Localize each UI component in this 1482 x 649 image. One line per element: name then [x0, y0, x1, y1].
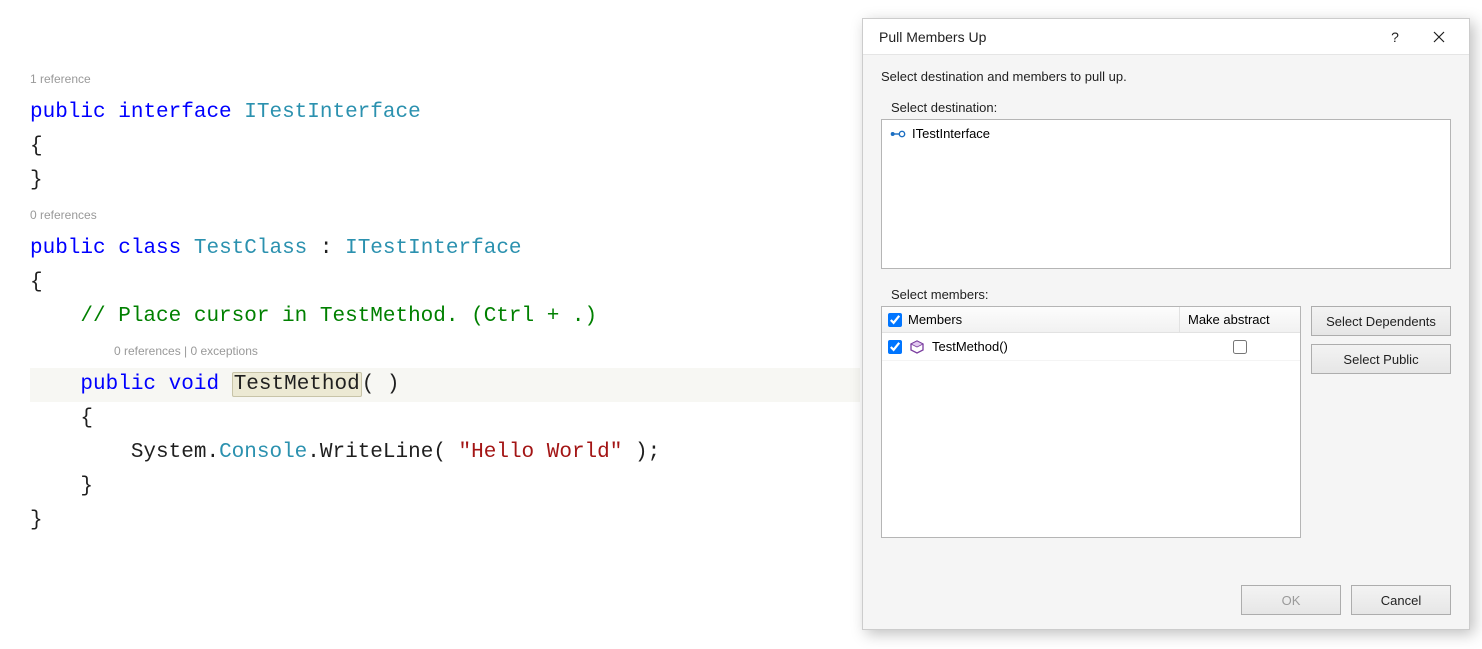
cancel-button[interactable]: Cancel: [1351, 585, 1451, 615]
type-name: Console: [219, 441, 307, 464]
dialog-instruction: Select destination and members to pull u…: [881, 69, 1451, 84]
destination-list[interactable]: ITestInterface: [881, 119, 1451, 269]
brace: {: [30, 271, 43, 294]
keyword: public: [30, 237, 106, 260]
keyword: public: [80, 373, 156, 396]
dialog-body: Select destination and members to pull u…: [863, 55, 1469, 571]
keyword: class: [118, 237, 181, 260]
punct: :: [307, 237, 345, 260]
members-table-header: Members Make abstract: [882, 307, 1300, 333]
ok-button[interactable]: OK: [1241, 585, 1341, 615]
comment: // Place cursor in TestMethod. (Ctrl + .…: [80, 305, 597, 328]
method-icon: [910, 340, 924, 354]
parens: ( ): [362, 373, 400, 396]
keyword: public: [30, 101, 106, 124]
dialog-titlebar[interactable]: Pull Members Up ?: [863, 19, 1469, 55]
type-name: ITestInterface: [244, 101, 420, 124]
make-abstract-checkbox[interactable]: [1233, 340, 1247, 354]
members-column-header[interactable]: Members: [908, 312, 962, 327]
select-public-button[interactable]: Select Public: [1311, 344, 1451, 374]
destination-item[interactable]: ITestInterface: [890, 126, 1442, 141]
brace: {: [80, 407, 93, 430]
help-button[interactable]: ?: [1373, 22, 1417, 52]
member-name: TestMethod(): [932, 339, 1008, 354]
type-name: TestClass: [194, 237, 307, 260]
destination-label: Select destination:: [891, 100, 1451, 115]
close-icon: [1433, 31, 1445, 43]
identifier: System: [131, 441, 207, 464]
destination-item-label: ITestInterface: [912, 126, 990, 141]
interface-icon: [890, 128, 906, 140]
keyword: void: [169, 373, 219, 396]
method-call: WriteLine: [320, 441, 433, 464]
codelens-reference[interactable]: 0 references | 0 exceptions: [30, 344, 258, 358]
codelens-reference[interactable]: 1 reference: [30, 72, 91, 86]
brace: }: [30, 509, 43, 532]
brace: }: [80, 475, 93, 498]
close-button[interactable]: [1417, 22, 1461, 52]
members-label: Select members:: [891, 287, 1451, 302]
brace: }: [30, 169, 43, 192]
method-name-highlighted[interactable]: TestMethod: [232, 372, 362, 397]
select-all-checkbox[interactable]: [888, 313, 902, 327]
dialog-title: Pull Members Up: [879, 29, 1373, 45]
string-literal: "Hello World": [459, 441, 623, 464]
make-abstract-column-header[interactable]: Make abstract: [1180, 312, 1300, 327]
code-editor[interactable]: 1 reference public interface ITestInterf…: [0, 0, 860, 649]
brace: {: [30, 135, 43, 158]
members-table: Members Make abstract TestMethod(): [881, 306, 1301, 538]
type-name: ITestInterface: [345, 237, 521, 260]
select-dependents-button[interactable]: Select Dependents: [1311, 306, 1451, 336]
codelens-reference[interactable]: 0 references: [30, 208, 97, 222]
keyword: interface: [118, 101, 231, 124]
dialog-footer: OK Cancel: [863, 571, 1469, 629]
member-checkbox[interactable]: [888, 340, 902, 354]
table-row[interactable]: TestMethod(): [882, 333, 1300, 361]
pull-members-up-dialog: Pull Members Up ? Select destination and…: [862, 18, 1470, 630]
